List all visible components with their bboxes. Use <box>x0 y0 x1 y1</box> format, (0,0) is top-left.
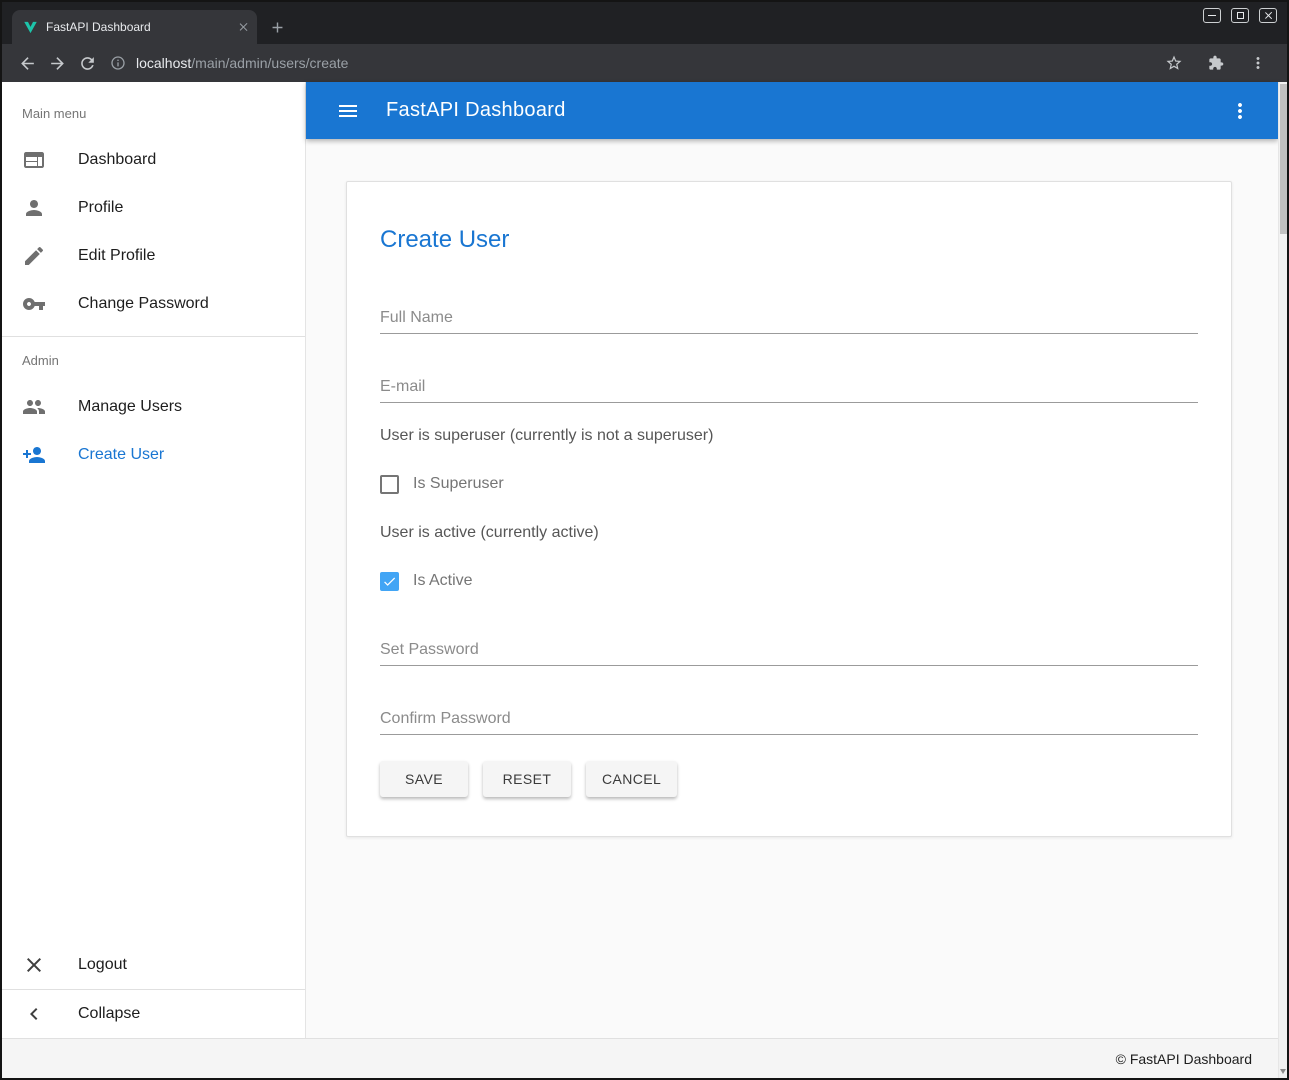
sidebar-item-profile[interactable]: Profile <box>2 184 305 232</box>
confirm-password-field[interactable]: Confirm Password <box>380 709 1198 735</box>
url-host: localhost <box>136 55 191 71</box>
hamburger-menu-icon[interactable] <box>330 93 366 129</box>
form-actions: SAVE RESET CANCEL <box>380 761 1198 797</box>
cancel-button[interactable]: CANCEL <box>586 761 677 797</box>
sidebar-item-change-password[interactable]: Change Password <box>2 280 305 328</box>
sidebar-item-manage-users[interactable]: Manage Users <box>2 383 305 431</box>
tab-close-icon[interactable] <box>238 22 248 32</box>
copyright-text: © FastAPI Dashboard <box>1116 1051 1252 1067</box>
sidebar-item-label: Dashboard <box>78 151 156 169</box>
site-info-icon[interactable] <box>110 55 126 71</box>
sidebar-item-collapse[interactable]: Collapse <box>2 990 305 1038</box>
sidebar-item-dashboard[interactable]: Dashboard <box>2 136 305 184</box>
maximize-button[interactable] <box>1231 8 1249 23</box>
app-bar: FastAPI Dashboard <box>306 82 1278 139</box>
sidebar-item-label: Manage Users <box>78 398 182 416</box>
extensions-icon[interactable] <box>1201 48 1231 78</box>
window-controls <box>1203 8 1277 23</box>
is-active-checkbox[interactable]: Is Active <box>380 570 1198 592</box>
chevron-left-icon <box>22 1002 46 1026</box>
page-title: Create User <box>380 226 1198 254</box>
page-scrollbar[interactable] <box>1278 82 1287 1078</box>
superuser-hint: User is superuser (currently is not a su… <box>380 426 1198 445</box>
sidebar-item-create-user[interactable]: Create User <box>2 431 305 479</box>
app-title: FastAPI Dashboard <box>386 99 1222 122</box>
pencil-icon <box>22 244 46 268</box>
page-content: Create User Full Name E-mail User is sup… <box>306 139 1278 1038</box>
sidebar-item-label: Create User <box>78 446 164 464</box>
save-button[interactable]: SAVE <box>380 761 468 797</box>
close-window-button[interactable] <box>1259 8 1277 23</box>
full-name-label: Full Name <box>380 309 453 326</box>
checkbox-icon <box>380 475 399 494</box>
sidebar-item-logout[interactable]: Logout <box>2 941 305 989</box>
reload-button[interactable] <box>72 48 102 78</box>
email-label: E-mail <box>380 378 425 395</box>
sidebar-bottom: Logout Collapse <box>2 941 305 1038</box>
url-path: /main/admin/users/create <box>191 55 348 71</box>
scrollbar-thumb[interactable] <box>1280 84 1287 234</box>
sidebar-section-admin-label: Admin <box>2 337 305 383</box>
set-password-field[interactable]: Set Password <box>380 640 1198 666</box>
sidebar-item-label: Profile <box>78 199 123 217</box>
sidebar-item-label: Change Password <box>78 295 209 313</box>
set-password-label: Set Password <box>380 641 479 658</box>
toolbar-right <box>1159 48 1277 78</box>
main-area: FastAPI Dashboard Create User Full Name … <box>306 82 1278 1038</box>
sidebar: Main menu Dashboard Profile <box>2 82 306 1038</box>
email-field[interactable]: E-mail <box>380 377 1198 403</box>
create-user-card: Create User Full Name E-mail User is sup… <box>346 181 1232 837</box>
person-add-icon <box>22 443 46 467</box>
dashboard-icon <box>22 148 46 172</box>
browser-tab[interactable]: FastAPI Dashboard <box>12 10 257 44</box>
browser-titlebar: FastAPI Dashboard <box>2 2 1287 44</box>
browser-menu-icon[interactable] <box>1243 48 1273 78</box>
minimize-button[interactable] <box>1203 8 1221 23</box>
sidebar-item-label: Logout <box>78 956 127 974</box>
reset-button[interactable]: RESET <box>483 761 571 797</box>
is-superuser-checkbox[interactable]: Is Superuser <box>380 473 1198 495</box>
tab-title: FastAPI Dashboard <box>46 20 230 34</box>
page-footer: © FastAPI Dashboard <box>2 1038 1278 1078</box>
address-bar[interactable]: localhost/main/admin/users/create <box>110 55 1159 71</box>
forward-button[interactable] <box>42 48 72 78</box>
appbar-menu-icon[interactable] <box>1222 93 1258 129</box>
checkbox-icon <box>380 572 399 591</box>
url-text: localhost/main/admin/users/create <box>136 55 348 71</box>
person-icon <box>22 196 46 220</box>
browser-toolbar: localhost/main/admin/users/create <box>2 44 1287 82</box>
web-page: Main menu Dashboard Profile <box>2 82 1287 1078</box>
bookmark-star-icon[interactable] <box>1159 48 1189 78</box>
browser-window: FastAPI Dashboard localhost/main/admin/u… <box>0 0 1289 1080</box>
sidebar-item-label: Collapse <box>78 1005 140 1023</box>
scrollbar-down-arrow[interactable] <box>1280 1069 1286 1074</box>
key-icon <box>22 292 46 316</box>
tab-favicon-icon <box>23 20 38 35</box>
back-button[interactable] <box>12 48 42 78</box>
close-icon <box>22 953 46 977</box>
sidebar-section-main-label: Main menu <box>2 82 305 136</box>
active-hint: User is active (currently active) <box>380 523 1198 542</box>
checkbox-label: Is Active <box>413 572 473 590</box>
confirm-password-label: Confirm Password <box>380 710 511 727</box>
sidebar-item-label: Edit Profile <box>78 247 155 265</box>
sidebar-item-edit-profile[interactable]: Edit Profile <box>2 232 305 280</box>
checkbox-label: Is Superuser <box>413 475 504 493</box>
full-name-field[interactable]: Full Name <box>380 308 1198 334</box>
people-icon <box>22 395 46 419</box>
new-tab-button[interactable] <box>269 19 286 36</box>
